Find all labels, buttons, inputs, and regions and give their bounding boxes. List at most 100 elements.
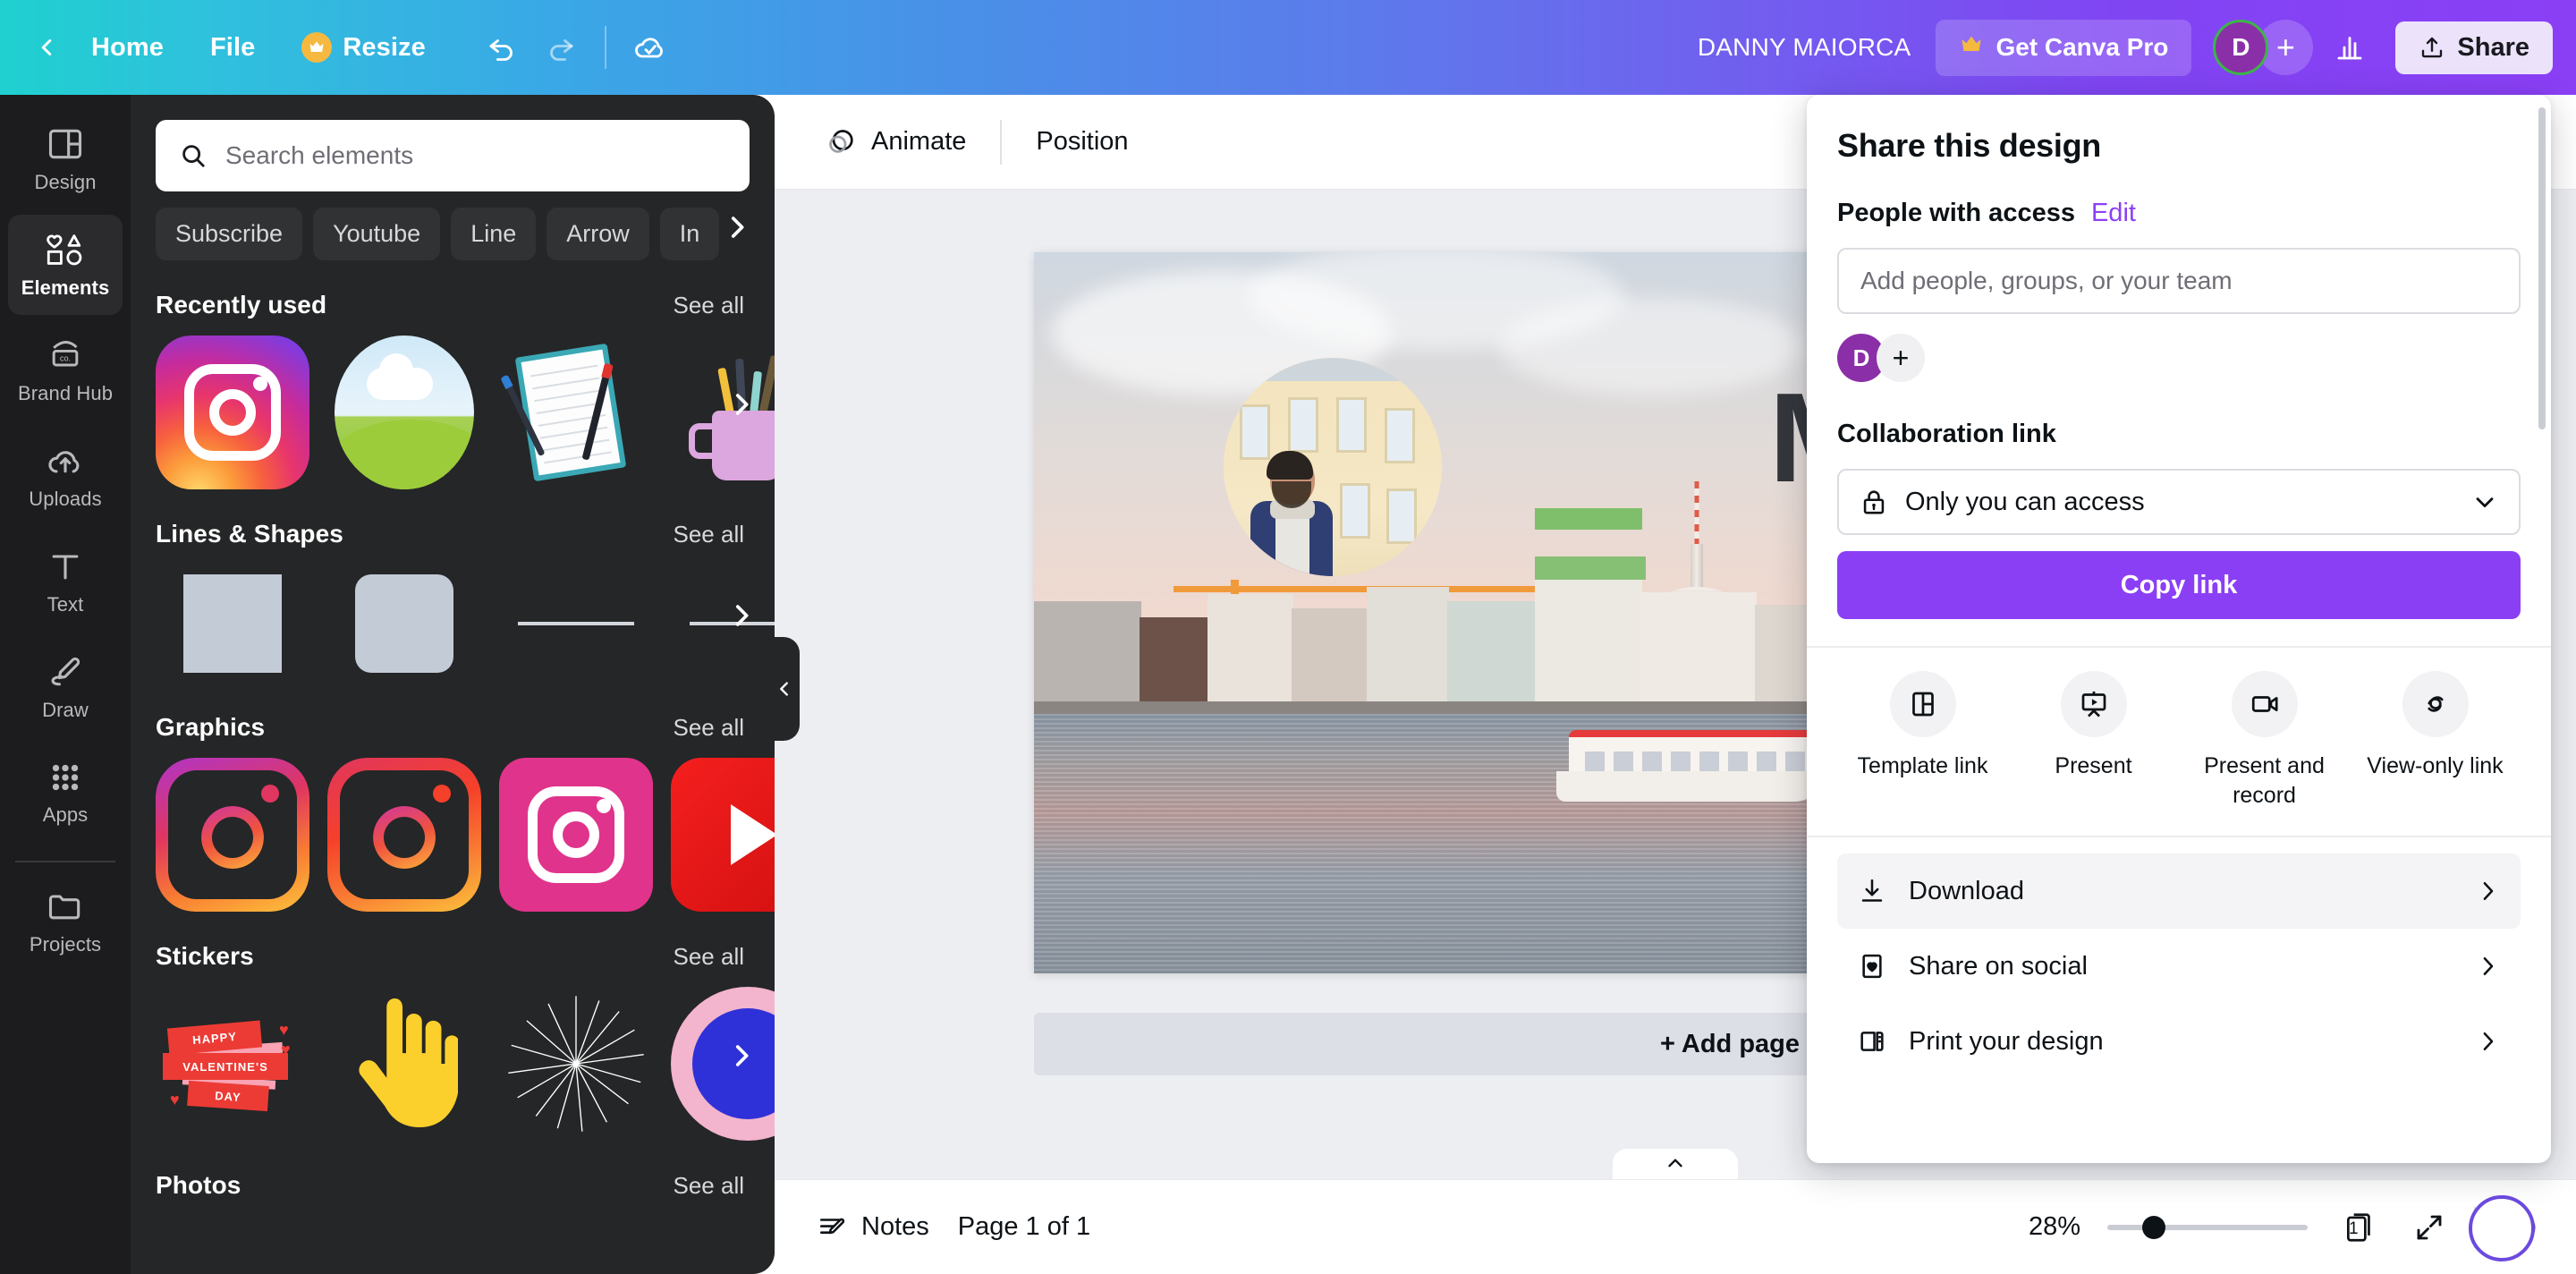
circular-photo-frame[interactable] [1224, 358, 1442, 576]
element-thumbnail[interactable] [499, 758, 653, 912]
element-thumbnail[interactable] [156, 335, 309, 489]
file-menu-button[interactable]: File [189, 22, 276, 73]
sidebar-item-uploads[interactable]: Uploads [8, 426, 123, 526]
sidebar-item-label: Design [34, 171, 96, 194]
template-link-icon [1890, 671, 1956, 737]
share-option-print-your-design[interactable]: Print your design [1837, 1004, 2521, 1079]
shape-rounded-square[interactable] [327, 565, 481, 682]
sidebar-item-draw[interactable]: Draw [8, 637, 123, 737]
sidebar-item-apps[interactable]: Apps [8, 743, 123, 843]
cloud-saved-icon[interactable] [623, 20, 678, 75]
uploads-icon [46, 441, 85, 480]
page-count-badge: 1 [2349, 1219, 2359, 1239]
quick-action-template-link[interactable]: Template link [1837, 671, 2008, 811]
chip-arrow[interactable]: Arrow [547, 208, 649, 260]
share-option-download[interactable]: Download [1837, 854, 2521, 929]
top-toolbar-left: Home File Resize [0, 20, 678, 75]
edit-access-link[interactable]: Edit [2091, 199, 2136, 228]
sidebar-item-brand-hub[interactable]: co. Brand Hub [8, 320, 123, 420]
see-all-graphics[interactable]: See all [674, 714, 745, 742]
search-suggestion-chips: Subscribe Youtube Line Arrow In [131, 191, 775, 260]
section-header-recently-used: Recently used See all [131, 260, 775, 319]
share-panel-content: Share this design People with access Edi… [1807, 95, 2551, 1163]
animate-button[interactable]: Animate [803, 115, 986, 170]
quick-action-present-and-record[interactable]: Present and record [2179, 671, 2350, 811]
avatar[interactable]: D [2213, 20, 2268, 75]
quick-action-label: View-only link [2367, 752, 2503, 781]
position-button[interactable]: Position [1016, 116, 1148, 167]
page-manager-button[interactable]: 1 [2334, 1202, 2385, 1253]
sidebar-item-elements[interactable]: Elements [8, 215, 123, 315]
collapse-panel-button[interactable] [769, 637, 800, 741]
add-person-button[interactable]: + [1877, 334, 1925, 382]
shape-square[interactable] [156, 565, 309, 682]
search-box[interactable] [156, 120, 750, 191]
chevron-down-icon [2470, 488, 2499, 516]
row-next-icon[interactable] [717, 803, 766, 851]
see-all-recently-used[interactable]: See all [674, 292, 745, 319]
sidebar-item-label: Apps [43, 803, 89, 827]
invite-people-field[interactable] [1837, 248, 2521, 314]
crown-icon [1959, 32, 1984, 64]
element-thumbnail[interactable] [327, 335, 481, 489]
home-button[interactable]: Home [70, 22, 185, 73]
sticker-sparkle[interactable] [499, 987, 653, 1141]
elements-icon [45, 230, 86, 269]
section-header-stickers: Stickers See all [131, 912, 775, 971]
element-thumbnail[interactable] [499, 335, 653, 489]
sidebar-item-projects[interactable]: Projects [8, 871, 123, 972]
timeline-expand-handle[interactable] [1613, 1149, 1738, 1179]
back-button[interactable] [27, 28, 66, 67]
invite-people-input[interactable] [1860, 267, 2497, 295]
quick-action-label: Present and record [2184, 752, 2345, 811]
zoom-slider[interactable] [2107, 1225, 2308, 1230]
sidebar-item-design[interactable]: Design [8, 109, 123, 209]
resize-button[interactable]: Resize [280, 21, 447, 73]
copy-link-button[interactable]: Copy link [1837, 551, 2521, 619]
quick-action-present[interactable]: Present [2008, 671, 2179, 811]
pointing-hand-icon [327, 987, 481, 1141]
sticker-valentines[interactable]: HAPPY VALENTINE'S DAY ♥ ♥ ♥ [156, 987, 309, 1141]
notebook-icon [499, 335, 653, 489]
sidebar-item-text[interactable]: Text [8, 531, 123, 632]
undo-button[interactable] [474, 20, 530, 75]
top-toolbar: Home File Resize DANNY MAIORCA [0, 0, 2576, 95]
row-next-icon[interactable] [717, 591, 766, 640]
zoom-slider-knob[interactable] [2142, 1216, 2165, 1239]
chips-next-icon[interactable] [710, 200, 764, 254]
bottom-status-bar: Notes Page 1 of 1 28% 1 [775, 1179, 2576, 1274]
sticker-pointing-hand[interactable] [327, 987, 481, 1141]
access-level-select[interactable]: Only you can access [1837, 469, 2521, 535]
insights-icon[interactable] [2322, 20, 2377, 75]
instagram-outline-icon [156, 758, 309, 912]
get-canva-pro-button[interactable]: Get Canva Pro [1936, 20, 2191, 76]
chip-subscribe[interactable]: Subscribe [156, 208, 302, 260]
quick-action-view-only-link[interactable]: View-only link [2350, 671, 2521, 811]
notes-button[interactable]: Notes [801, 1202, 945, 1253]
share-option-share-on-social[interactable]: Share on social [1837, 929, 2521, 1004]
see-all-photos[interactable]: See all [674, 1172, 745, 1200]
valentines-banner-icon: HAPPY VALENTINE'S DAY ♥ ♥ ♥ [156, 987, 309, 1141]
share-panel-title: Share this design [1837, 95, 2521, 165]
fullscreen-button[interactable] [2404, 1202, 2454, 1253]
chip-youtube[interactable]: Youtube [313, 208, 440, 260]
search-input[interactable] [225, 141, 726, 170]
design-page[interactable]: M [1034, 252, 1839, 973]
element-thumbnail[interactable] [156, 758, 309, 912]
row-next-icon[interactable] [717, 1032, 766, 1080]
help-floating-button[interactable] [2469, 1195, 2535, 1261]
see-all-stickers[interactable]: See all [674, 943, 745, 971]
shape-line[interactable] [499, 565, 653, 682]
chip-line[interactable]: Line [451, 208, 536, 260]
share-panel-scrollbar[interactable] [2538, 107, 2546, 429]
add-page-button[interactable]: + Add page [1034, 1013, 1839, 1075]
see-all-lines-shapes[interactable]: See all [674, 521, 745, 548]
element-thumbnail[interactable] [327, 758, 481, 912]
row-next-icon[interactable] [717, 380, 766, 429]
sticker-line-2: VALENTINE'S [163, 1053, 288, 1080]
share-button[interactable]: Share [2395, 21, 2553, 74]
redo-button[interactable] [533, 20, 589, 75]
share-upload-icon [2419, 34, 2445, 61]
search-icon [179, 141, 208, 170]
search-area [131, 95, 775, 191]
